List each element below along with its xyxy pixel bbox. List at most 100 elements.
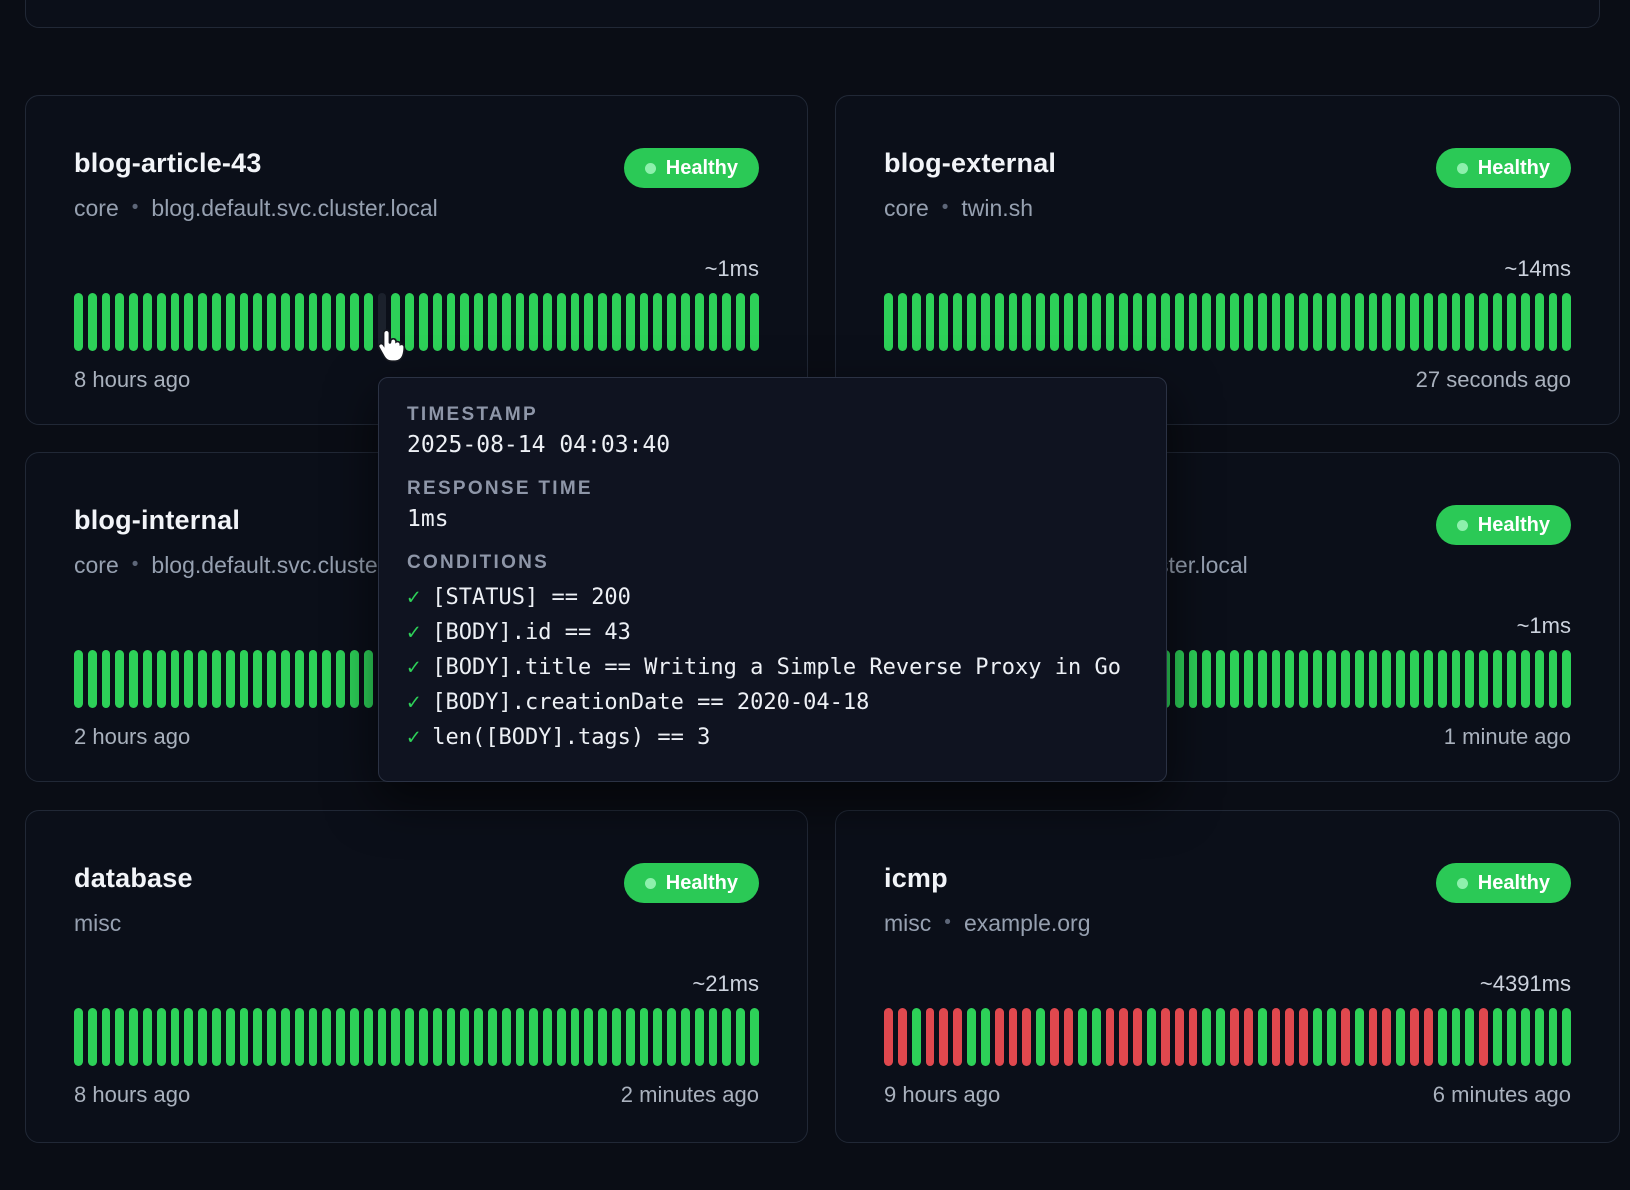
uptime-bar[interactable] — [1078, 1008, 1087, 1066]
uptime-bar[interactable] — [102, 650, 111, 708]
uptime-bar[interactable] — [322, 650, 331, 708]
uptime-bar[interactable] — [1189, 1008, 1198, 1066]
uptime-bar[interactable] — [1036, 293, 1045, 351]
uptime-bar[interactable] — [1396, 1008, 1405, 1066]
uptime-bar[interactable] — [502, 293, 511, 351]
service-card[interactable]: database misc Healthy ~21ms 8 hours ago … — [25, 810, 808, 1143]
uptime-bar[interactable] — [1285, 293, 1294, 351]
uptime-bar[interactable] — [115, 1008, 124, 1066]
uptime-bar[interactable] — [1272, 650, 1281, 708]
uptime-bar[interactable] — [433, 293, 442, 351]
uptime-bar[interactable] — [681, 1008, 690, 1066]
uptime-bar[interactable] — [543, 293, 552, 351]
uptime-bar[interactable] — [502, 1008, 511, 1066]
uptime-bar[interactable] — [557, 293, 566, 351]
uptime-bar[interactable] — [1396, 650, 1405, 708]
uptime-bar[interactable] — [1382, 1008, 1391, 1066]
uptime-bar[interactable] — [1161, 293, 1170, 351]
uptime-bar[interactable] — [1382, 293, 1391, 351]
uptime-bar[interactable] — [1216, 650, 1225, 708]
uptime-bar[interactable] — [1092, 1008, 1101, 1066]
uptime-bar[interactable] — [129, 650, 138, 708]
uptime-bar[interactable] — [1438, 650, 1447, 708]
uptime-bar[interactable] — [995, 293, 1004, 351]
uptime-bar[interactable] — [1189, 650, 1198, 708]
uptime-bar[interactable] — [419, 1008, 428, 1066]
uptime-bar[interactable] — [939, 1008, 948, 1066]
uptime-bar[interactable] — [1452, 1008, 1461, 1066]
uptime-bar[interactable] — [1244, 293, 1253, 351]
uptime-bar[interactable] — [1382, 650, 1391, 708]
uptime-bar[interactable] — [171, 650, 180, 708]
uptime-bar[interactable] — [1327, 293, 1336, 351]
uptime-bar[interactable] — [1369, 650, 1378, 708]
uptime-bar[interactable] — [1521, 1008, 1530, 1066]
uptime-bar[interactable] — [1244, 1008, 1253, 1066]
uptime-bar[interactable] — [1396, 293, 1405, 351]
uptime-bar[interactable] — [198, 293, 207, 351]
uptime-bar[interactable] — [667, 1008, 676, 1066]
uptime-history-bars[interactable] — [884, 293, 1571, 351]
uptime-bar[interactable] — [488, 293, 497, 351]
uptime-bar[interactable] — [88, 293, 97, 351]
uptime-bar[interactable] — [405, 293, 414, 351]
uptime-bar[interactable] — [1327, 650, 1336, 708]
uptime-bar[interactable] — [226, 1008, 235, 1066]
uptime-bar[interactable] — [516, 1008, 525, 1066]
uptime-bar[interactable] — [226, 650, 235, 708]
uptime-bar[interactable] — [488, 1008, 497, 1066]
uptime-bar[interactable] — [571, 1008, 580, 1066]
uptime-bar[interactable] — [653, 1008, 662, 1066]
uptime-bar[interactable] — [584, 293, 593, 351]
uptime-bar[interactable] — [1355, 650, 1364, 708]
uptime-bar[interactable] — [898, 293, 907, 351]
uptime-bar[interactable] — [750, 1008, 759, 1066]
uptime-bar[interactable] — [1119, 1008, 1128, 1066]
uptime-bar[interactable] — [1535, 293, 1544, 351]
uptime-bar[interactable] — [1147, 293, 1156, 351]
uptime-bar[interactable] — [1009, 293, 1018, 351]
uptime-bar[interactable] — [1133, 1008, 1142, 1066]
uptime-bar[interactable] — [736, 293, 745, 351]
uptime-bar[interactable] — [115, 650, 124, 708]
uptime-bar[interactable] — [571, 293, 580, 351]
uptime-bar[interactable] — [267, 1008, 276, 1066]
uptime-bar[interactable] — [529, 1008, 538, 1066]
uptime-bar[interactable] — [695, 1008, 704, 1066]
uptime-bar[interactable] — [1479, 1008, 1488, 1066]
uptime-bar[interactable] — [350, 650, 359, 708]
uptime-bar[interactable] — [626, 293, 635, 351]
uptime-bar[interactable] — [557, 1008, 566, 1066]
uptime-bar[interactable] — [184, 650, 193, 708]
uptime-bar[interactable] — [1438, 293, 1447, 351]
uptime-bar-hovered[interactable] — [378, 293, 387, 351]
uptime-bar[interactable] — [184, 1008, 193, 1066]
uptime-bar[interactable] — [1285, 1008, 1294, 1066]
uptime-bar[interactable] — [981, 293, 990, 351]
uptime-bar[interactable] — [1369, 1008, 1378, 1066]
uptime-bar[interactable] — [1258, 650, 1267, 708]
uptime-bar[interactable] — [240, 650, 249, 708]
uptime-bar[interactable] — [378, 1008, 387, 1066]
uptime-bar[interactable] — [1022, 293, 1031, 351]
uptime-bar[interactable] — [722, 293, 731, 351]
uptime-bar[interactable] — [598, 293, 607, 351]
uptime-bar[interactable] — [212, 650, 221, 708]
uptime-bar[interactable] — [198, 650, 207, 708]
uptime-bar[interactable] — [967, 1008, 976, 1066]
uptime-bar[interactable] — [543, 1008, 552, 1066]
uptime-bar[interactable] — [1202, 293, 1211, 351]
uptime-bar[interactable] — [1258, 293, 1267, 351]
uptime-bar[interactable] — [1507, 1008, 1516, 1066]
uptime-bar[interactable] — [88, 1008, 97, 1066]
uptime-bar[interactable] — [1313, 650, 1322, 708]
uptime-bar[interactable] — [267, 293, 276, 351]
uptime-bar[interactable] — [584, 1008, 593, 1066]
uptime-bar[interactable] — [529, 293, 538, 351]
uptime-bar[interactable] — [1341, 650, 1350, 708]
uptime-bar[interactable] — [1493, 650, 1502, 708]
uptime-bar[interactable] — [1341, 1008, 1350, 1066]
uptime-bar[interactable] — [1272, 293, 1281, 351]
uptime-bar[interactable] — [1507, 293, 1516, 351]
uptime-bar[interactable] — [267, 650, 276, 708]
